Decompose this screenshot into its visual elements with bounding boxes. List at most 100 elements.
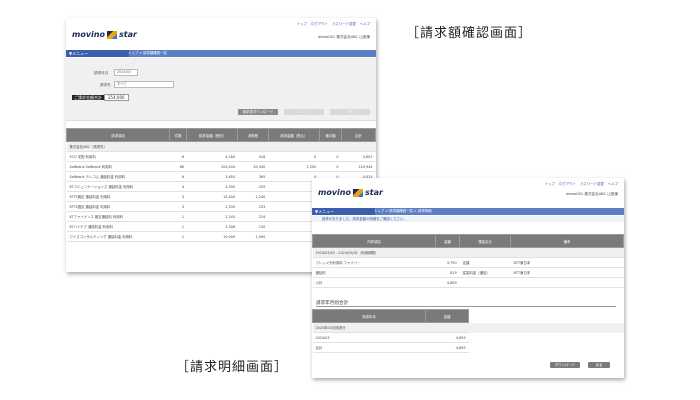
invoice-detail-screenshot: トップ ログアウト パスワード変更 ヘルプ movino star demo001… (312, 178, 624, 378)
table-cell: 3,790 (435, 257, 460, 268)
col-header: 請求金額（税込） (267, 128, 320, 142)
app-logo: movino star (72, 30, 137, 39)
table-cell: 3 (169, 201, 187, 212)
table-cell: 259 (237, 181, 269, 192)
col-header: 課金区分 (459, 234, 511, 248)
table-cell: 819 (435, 267, 460, 278)
menu-button[interactable]: ▼メニュー (66, 50, 129, 57)
table-cell: 4,602 (341, 151, 376, 162)
download-invoice-button[interactable]: 請求書ダウンロード (238, 109, 278, 115)
top-link-help[interactable]: ヘルプ (360, 22, 370, 26)
col-header: 合計 (341, 128, 376, 142)
top-link-home[interactable]: トップ (297, 22, 307, 26)
notice-message: 請求がありました。請求金額の明細をご確認ください。 (312, 216, 624, 222)
table-cell: NTT東日本 (510, 257, 624, 268)
col-header: 内訳項目 (312, 234, 436, 248)
table-cell: NTT東日本 (510, 267, 624, 278)
table-cell: 0 (319, 161, 342, 172)
download-button[interactable]: ダウンロード (550, 362, 580, 368)
table-cell: ワイズコンサルティング 通話料金 利用料 (66, 231, 170, 242)
table-row: 通話料 819 従量料金（通話） NTT東日本 (312, 267, 624, 278)
top-link-password[interactable]: パスワード変更 (332, 22, 356, 26)
table-cell: 3,650 (186, 171, 238, 182)
menu-bar: ▼メニュー トップ > 請求額確認一覧 (66, 50, 376, 57)
table-cell: Softbank テレコム 通話料金 利用料 (66, 171, 170, 182)
menu-bar: ▼メニュー トップ > 請求額確認一覧 > 請求明細 (312, 208, 624, 215)
table-cell: 2024/03 (312, 332, 426, 343)
spacer-cell (468, 322, 624, 333)
table-cell: 4,184 (186, 151, 238, 162)
table-cell: 4 (169, 181, 187, 192)
table-cell: KTTS固定 通話料金 利用料 (66, 191, 170, 202)
col-header: 件数 (168, 128, 188, 142)
app-logo: movino star (318, 188, 383, 197)
total-label: ご請求金額合計 (72, 95, 104, 100)
table-cell: 365 (237, 171, 269, 182)
col-spacer (468, 309, 624, 323)
top-link-logout[interactable]: ログアウト (311, 22, 328, 26)
logo-mark-icon (106, 30, 117, 39)
table-cell: 1,240 (237, 191, 269, 202)
table-cell: 20,340 (237, 161, 269, 172)
top-link-logout[interactable]: ログアウト (559, 182, 576, 186)
table-cell: 通話料 (312, 267, 436, 278)
table-cell: 130 (237, 221, 269, 232)
breadcrumb: トップ > 請求額確認一覧 (128, 51, 167, 55)
table-cell: 0 (319, 151, 342, 162)
logo-mark-icon (352, 188, 363, 197)
table-cell: 1 (169, 231, 187, 242)
table-cell: KTファイナンス 固定通話料 利用料 (66, 211, 170, 222)
table-cell: 1 (169, 211, 187, 222)
table-cell: 4,609 (435, 277, 460, 288)
table-cell: Softbank Softbank 利用料 (66, 161, 170, 172)
caption-invoice-detail: ［請求明細画面］ (176, 360, 289, 375)
table-cell: 1,308 (186, 221, 238, 232)
csv-button[interactable]: CSV出力 (284, 109, 324, 115)
table-cell: 4,609 (425, 332, 469, 343)
table-cell (459, 277, 511, 288)
total-box: ご請求金額合計 254,006 (72, 94, 129, 101)
table-cell: 203,404 (186, 161, 238, 172)
table-row: フレッツ光利用料 ファミリー 3,790 定額 NTT東日本 (312, 257, 624, 268)
top-link-home[interactable]: トップ (545, 182, 555, 186)
group-row: 株式会社ABC（請求先） (66, 141, 376, 152)
table-row[interactable]: ECO 宅配 利用料 6 4,184 418 0 0 4,602 (66, 151, 376, 162)
table-cell: 定額 (459, 257, 511, 268)
table-cell: 小計 (312, 277, 436, 288)
table-row: 合計 4,609 (312, 342, 625, 353)
table-cell (510, 277, 624, 288)
section-title: 請求年月別合計 (316, 300, 616, 307)
table-cell: 合計 (312, 342, 426, 353)
table-cell: 418 (237, 151, 269, 162)
total-value: 254,006 (104, 94, 129, 101)
monthly-total-table: 請求年月 金額 2024年03月請求分 2024/03 4,609 合計 4,609 (312, 309, 624, 353)
filter-year-select[interactable]: 2024/03 (114, 69, 138, 76)
detail-tabs: 利用明細通話明細機器明細回線明細回線サービス明細オプション明細一括明細請求明細保… (312, 224, 624, 242)
top-links: トップ ログアウト パスワード変更 ヘルプ (542, 181, 618, 186)
spacer-cell (469, 333, 625, 343)
col-header: 請求金額（税別） (186, 128, 239, 142)
top-link-help[interactable]: ヘルプ (608, 182, 618, 186)
col-header: 備考 (510, 234, 624, 248)
col-header: 請求年月 (312, 309, 426, 323)
table-row[interactable]: Softbank Softbank 利用料 86 203,404 20,340 1,20… (66, 161, 376, 172)
print-button[interactable]: 印刷 (330, 109, 370, 115)
user-label: demo001 株式会社ABC 山田様 (318, 35, 370, 39)
caption-invoice-amount: ［請求額確認画面］ (406, 26, 533, 41)
group-row: 2024/03/01 - 2024/03/31（利用期間） (312, 247, 624, 258)
top-link-password[interactable]: パスワード変更 (580, 182, 604, 186)
filter-type-select[interactable]: すべて (114, 81, 174, 88)
table-cell: KTハイテク 通話料金 利用料 (66, 221, 170, 232)
table-cell: 2,245 (186, 211, 238, 222)
table-cell: 86 (169, 161, 187, 172)
table-cell: 19,009 (186, 231, 238, 242)
invoice-detail-table: 内訳項目 金額 課金区分 備考 2024/03/01 - 2024/03/31（… (312, 234, 624, 288)
col-header: 消費税 (237, 128, 269, 142)
table-cell: 1,900 (237, 231, 269, 242)
menu-button[interactable]: ▼メニュー (312, 208, 375, 215)
breadcrumb: トップ > 請求額確認一覧 > 請求明細 (374, 209, 432, 213)
back-button[interactable]: 戻る (588, 362, 610, 368)
table-cell: 従量料金（通話） (459, 267, 511, 278)
table-row: 2024/03 4,609 (312, 332, 625, 343)
col-header: 請求項目 (66, 128, 170, 142)
